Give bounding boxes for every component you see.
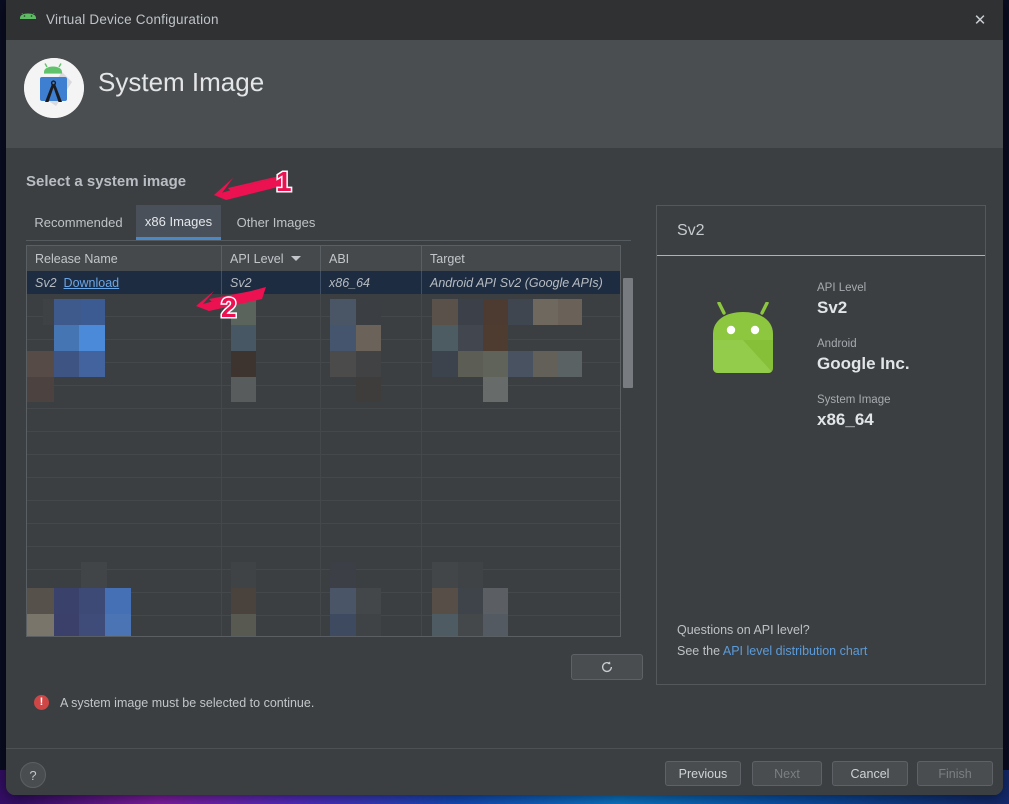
chevron-down-icon	[290, 256, 301, 261]
field-value-android: Google Inc.	[817, 354, 910, 373]
validation-error: ! A system image must be selected to con…	[34, 695, 314, 710]
virtual-device-configuration-dialog: Virtual Device Configuration ✕ System Im…	[6, 0, 1003, 795]
annotation-number-2: 2	[220, 291, 238, 325]
android-robot-icon	[699, 301, 787, 390]
refresh-icon	[601, 661, 613, 673]
previous-button[interactable]: Previous	[665, 761, 741, 786]
refresh-button[interactable]	[571, 654, 643, 680]
help-button[interactable]: ?	[20, 762, 46, 788]
column-header-abi[interactable]: ABI	[320, 246, 421, 271]
image-source-tabs: Recommended x86 Images Other Images	[26, 205, 631, 240]
cell-target: Android API Sv2 (Google APIs)	[421, 271, 620, 294]
cancel-button[interactable]: Cancel	[832, 761, 908, 786]
details-panel-header: Sv2	[657, 206, 985, 256]
tabs-divider	[26, 240, 631, 241]
release-name-value: Sv2	[35, 275, 57, 290]
table-row-selected[interactable]: Sv2 Download Sv2 x86_64 Android API Sv2 …	[27, 271, 620, 294]
titlebar: Virtual Device Configuration ✕	[6, 0, 1003, 40]
cell-release-name[interactable]: Sv2 Download	[27, 271, 221, 294]
android-head-icon	[17, 10, 39, 27]
cell-api-level: Sv2	[221, 271, 320, 294]
system-image-table[interactable]: Release Name API Level ABI Target Sv2 Do…	[26, 245, 621, 637]
details-panel-title: Sv2	[677, 221, 705, 239]
error-message: A system image must be selected to conti…	[60, 695, 315, 710]
window-title: Virtual Device Configuration	[46, 12, 219, 27]
tab-recommended[interactable]: Recommended	[26, 205, 131, 240]
finish-button[interactable]: Finish	[917, 761, 993, 786]
table-header-row: Release Name API Level ABI Target	[27, 246, 620, 272]
column-header-target[interactable]: Target	[421, 246, 620, 271]
cell-abi: x86_64	[320, 271, 421, 294]
dialog-body: Select a system image Recommended x86 Im…	[6, 148, 1003, 748]
api-level-question: Questions on API level?	[677, 623, 810, 637]
details-fields: API Level Sv2 Android Google Inc. System…	[817, 282, 910, 450]
column-header-release-name[interactable]: Release Name	[27, 246, 221, 271]
field-value-system-image: x86_64	[817, 410, 874, 429]
api-level-distribution-chart-link[interactable]: API level distribution chart	[723, 644, 868, 658]
system-image-details-panel: Sv2 API Level Sv2 Android Google Inc. Sy…	[656, 205, 986, 685]
scrollbar-thumb[interactable]	[623, 278, 633, 388]
dialog-header: System Image	[6, 40, 1003, 148]
table-body-obscured[interactable]	[27, 294, 620, 636]
dialog-footer: ? Previous Next Cancel Finish	[6, 748, 1003, 795]
android-studio-avd-icon	[24, 58, 84, 118]
field-label-api-level: API Level	[817, 282, 867, 294]
see-the-prefix: See the	[677, 644, 723, 658]
error-icon: !	[34, 695, 49, 710]
screen: Virtual Device Configuration ✕ System Im…	[0, 0, 1009, 804]
close-icon[interactable]: ✕	[957, 0, 1003, 40]
details-panel-footer: Questions on API level? See the API leve…	[677, 623, 867, 658]
download-link[interactable]: Download	[64, 276, 120, 290]
column-header-api-level-label: API Level	[230, 251, 284, 266]
field-value-api-level: Sv2	[817, 298, 848, 317]
annotation-number-1: 1	[275, 165, 293, 199]
field-label-system-image: System Image	[817, 394, 891, 406]
next-button[interactable]: Next	[752, 761, 822, 786]
field-label-android: Android	[817, 338, 857, 350]
table-scrollbar[interactable]	[621, 245, 635, 637]
tab-other-images[interactable]: Other Images	[224, 205, 328, 240]
api-level-see-line: See the API level distribution chart	[677, 644, 867, 658]
section-title: Select a system image	[26, 173, 187, 190]
column-header-api-level[interactable]: API Level	[221, 246, 320, 271]
page-title: System Image	[98, 67, 265, 97]
tab-x86-images[interactable]: x86 Images	[136, 205, 221, 240]
